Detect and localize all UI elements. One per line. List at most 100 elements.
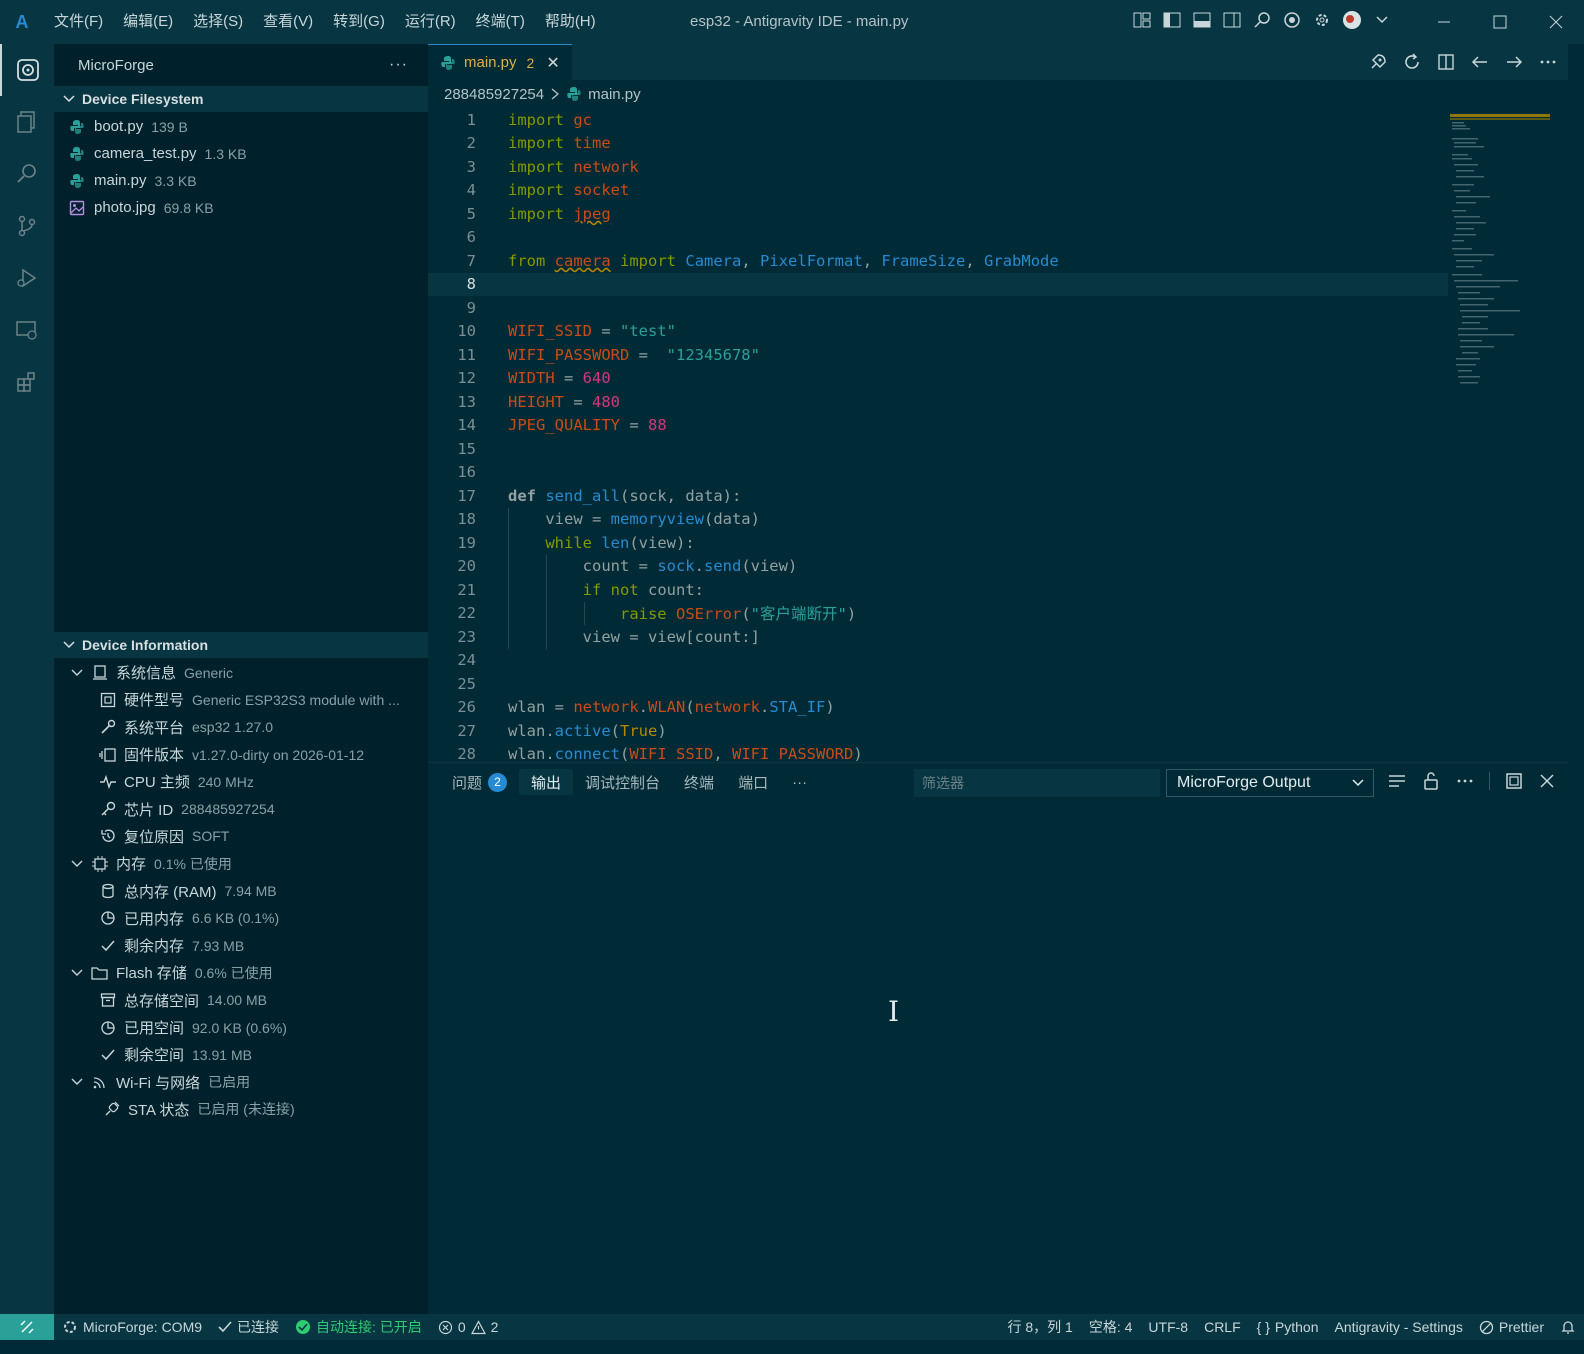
info-label: 内存 [116, 856, 147, 874]
tab-terminal[interactable]: 终端 [672, 769, 726, 795]
split-editor-icon[interactable] [1436, 52, 1456, 72]
line-number: 8 [466, 275, 476, 294]
line-number: 21 [457, 580, 476, 599]
toggle-sidebar-icon[interactable] [1162, 10, 1182, 30]
notifications-icon[interactable] [1552, 1319, 1584, 1335]
browser-icon[interactable] [1282, 10, 1302, 30]
microforge-icon[interactable] [0, 44, 54, 96]
device-filesystem-header[interactable]: Device Filesystem [54, 86, 428, 112]
filter-input[interactable]: 筛选器 [914, 769, 1160, 797]
tree-platform[interactable]: 系统平台 esp32 1.27.0 [54, 714, 428, 741]
layout-icon[interactable] [1132, 10, 1152, 30]
file-item-boot[interactable]: boot.py 139 B [54, 113, 428, 140]
refresh-icon[interactable] [1402, 52, 1422, 72]
tree-flash-used[interactable]: 已用空间 92.0 KB (0.6%) [54, 1014, 428, 1041]
search-icon[interactable] [0, 148, 54, 200]
extensions-icon[interactable] [0, 356, 54, 408]
tree-firmware[interactable]: 固件版本 v1.27.0-dirty on 2026-01-12 [54, 741, 428, 768]
tab-main-py[interactable]: main.py 2 ✕ [428, 44, 572, 80]
status-language[interactable]: { } Python [1249, 1319, 1327, 1335]
tree-cpu[interactable]: CPU 主频 240 MHz [54, 768, 428, 795]
tree-reset-reason[interactable]: 复位原因 SOFT [54, 823, 428, 850]
tree-flash-free[interactable]: 剩余空间 13.91 MB [54, 1041, 428, 1068]
status-connected[interactable]: 已连接 [210, 1317, 287, 1337]
explorer-icon[interactable] [0, 96, 54, 148]
tree-ram-free[interactable]: 剩余内存 7.93 MB [54, 932, 428, 959]
file-item-camera-test[interactable]: camera_test.py 1.3 KB [54, 140, 428, 167]
tab-ports[interactable]: 端口 [726, 769, 780, 795]
menu-edit[interactable]: 编辑(E) [113, 0, 183, 44]
run-debug-icon[interactable] [0, 252, 54, 304]
arrow-left-icon[interactable] [1470, 52, 1490, 72]
line-number: 4 [466, 181, 476, 200]
tab-debug-console[interactable]: 调试控制台 [573, 769, 672, 795]
search-icon[interactable] [1252, 10, 1272, 30]
tab-output[interactable]: 输出 [519, 769, 574, 795]
toggle-panel-icon[interactable] [1192, 10, 1212, 30]
minimap[interactable] [1450, 108, 1558, 408]
status-auto-connect[interactable]: 自动连接: 已开启 [287, 1317, 430, 1337]
status-settings[interactable]: Antigravity - Settings [1326, 1319, 1470, 1335]
status-eol[interactable]: CRLF [1196, 1319, 1249, 1335]
tree-ram-used[interactable]: 已用内存 6.6 KB (0.1%) [54, 905, 428, 932]
lock-icon[interactable] [1421, 771, 1441, 791]
app-logo: A [15, 11, 29, 32]
status-problems[interactable]: 0 2 [430, 1319, 507, 1335]
maximize-panel-icon[interactable] [1504, 771, 1524, 791]
breadcrumb-file[interactable]: main.py [588, 86, 641, 103]
more-icon[interactable] [1455, 771, 1475, 791]
close-window-button[interactable] [1528, 0, 1584, 44]
tab-problems[interactable]: 问题 2 [440, 769, 519, 795]
more-icon[interactable] [1538, 52, 1558, 72]
status-prettier[interactable]: Prettier [1471, 1319, 1552, 1335]
menu-help[interactable]: 帮助(H) [535, 0, 606, 44]
tree-ram-total[interactable]: 总内存 (RAM) 7.94 MB [54, 877, 428, 904]
breadcrumb-folder[interactable]: 288485927254 [444, 86, 544, 103]
close-icon[interactable] [1538, 772, 1556, 790]
more-actions-button[interactable]: ··· [389, 56, 408, 74]
tree-chip-id[interactable]: 芯片 ID 288485927254 [54, 795, 428, 822]
remote-indicator[interactable] [0, 1314, 54, 1340]
braces-icon: { } [1256, 1319, 1270, 1335]
tree-system-info[interactable]: 系统信息 Generic [54, 659, 428, 686]
upload-run-icon[interactable] [1368, 52, 1388, 72]
toggle-secondary-sidebar-icon[interactable] [1222, 10, 1242, 30]
more-tabs-button[interactable]: ··· [780, 769, 819, 795]
status-indentation[interactable]: 空格: 4 [1081, 1317, 1141, 1337]
word-wrap-icon[interactable] [1387, 771, 1407, 791]
status-encoding[interactable]: UTF-8 [1140, 1319, 1196, 1335]
tree-sta-status[interactable]: STA 状态 已启用 (未连接) [54, 1096, 428, 1123]
avatar[interactable] [1342, 10, 1362, 30]
file-item-main[interactable]: main.py 3.3 KB [54, 167, 428, 194]
chevron-down-icon[interactable] [1372, 10, 1392, 30]
output-channel-select[interactable]: MicroForge Output [1166, 769, 1374, 797]
status-port[interactable]: MicroForge: COM9 [54, 1319, 210, 1335]
gear-icon[interactable] [1312, 10, 1332, 30]
code-editor[interactable]: 1 import gc 2 import time 3 import network … [428, 108, 1448, 762]
tree-flash[interactable]: Flash 存储 0.6% 已使用 [54, 959, 428, 986]
close-icon[interactable]: ✕ [546, 53, 559, 73]
tree-memory[interactable]: 内存 0.1% 已使用 [54, 850, 428, 877]
tree-wifi[interactable]: Wi-Fi 与网络 已启用 [54, 1068, 428, 1095]
menu-file[interactable]: 文件(F) [44, 0, 113, 44]
source-control-icon[interactable] [0, 200, 54, 252]
remote-explorer-icon[interactable] [0, 304, 54, 356]
device-information-header[interactable]: Device Information [54, 632, 428, 658]
menu-terminal[interactable]: 终端(T) [466, 0, 535, 44]
tree-hw-model[interactable]: 硬件型号 Generic ESP32S3 module with ... [54, 686, 428, 713]
menu-view[interactable]: 查看(V) [253, 0, 323, 44]
arrow-right-icon[interactable] [1504, 52, 1524, 72]
status-cursor-position[interactable]: 行 8，列 1 [999, 1317, 1080, 1337]
code-line: 22 raise OSError("客户端断开") [428, 601, 1448, 625]
plug-icon [102, 1100, 122, 1118]
menu-go[interactable]: 转到(G) [323, 0, 395, 44]
file-item-photo[interactable]: photo.jpg 69.8 KB [54, 194, 428, 221]
window-title: esp32 - Antigravity IDE - main.py [690, 13, 909, 30]
maximize-button[interactable] [1472, 0, 1528, 44]
menu-selection[interactable]: 选择(S) [183, 0, 253, 44]
menu-run[interactable]: 运行(R) [395, 0, 466, 44]
minimize-button[interactable] [1416, 0, 1472, 44]
tree-flash-total[interactable]: 总存储空间 14.00 MB [54, 987, 428, 1014]
code-line: 18 view = memoryview(data) [428, 507, 1448, 531]
info-label: 硬件型号 [124, 692, 185, 710]
